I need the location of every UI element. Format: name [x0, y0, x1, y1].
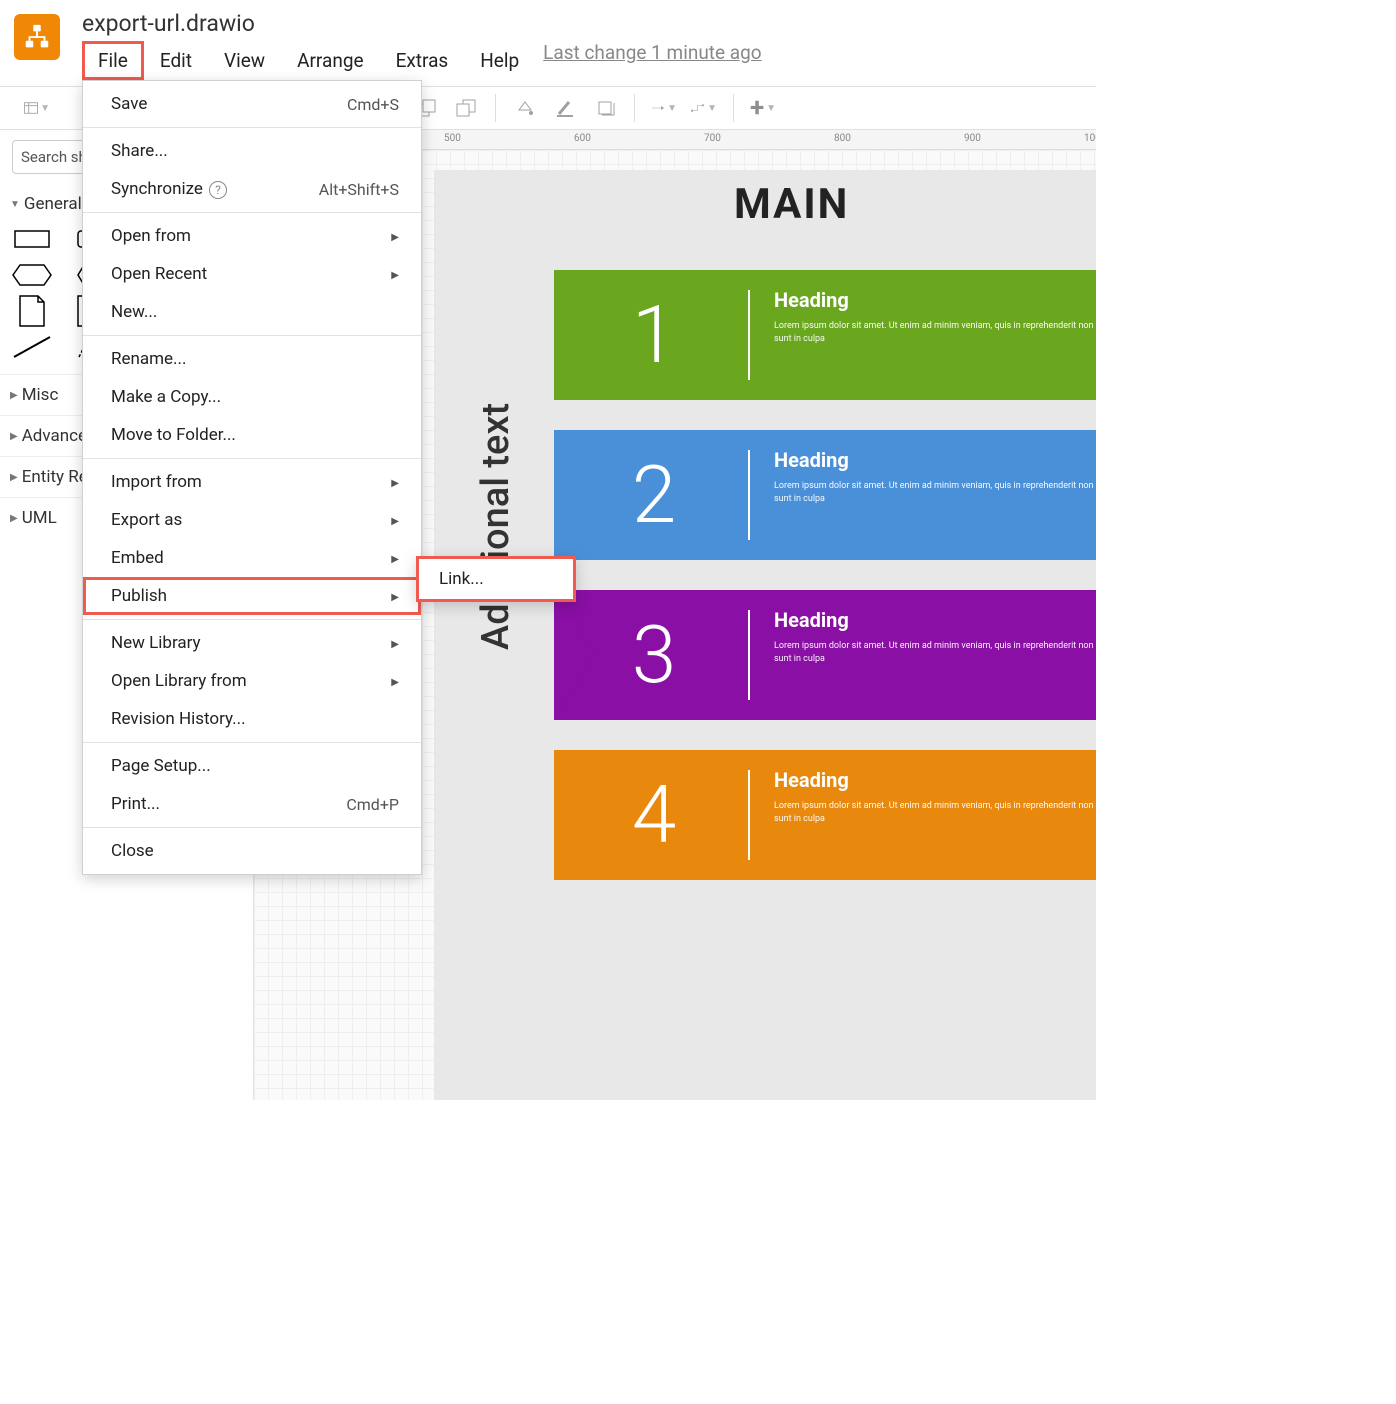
- menu-arrange[interactable]: Arrange: [281, 41, 379, 80]
- waypoint-style-button[interactable]: ▼: [691, 95, 717, 121]
- shape-line[interactable]: [12, 334, 52, 360]
- menu-save[interactable]: SaveCmd+S: [83, 85, 421, 123]
- diagram-row-3: 3 Heading Lorem ipsum dolor sit amet. Ut…: [554, 590, 1096, 720]
- menu-page-setup-[interactable]: Page Setup...: [83, 747, 421, 785]
- diagram-row-1: 1 Heading Lorem ipsum dolor sit amet. Ut…: [554, 270, 1096, 400]
- file-dropdown: SaveCmd+S Share...Synchronize?Alt+Shift+S…: [82, 80, 422, 875]
- menu-open-library-from[interactable]: Open Library from: [83, 662, 421, 700]
- view-mode-button[interactable]: ▼: [24, 95, 50, 121]
- diagram-row-2: 2 Heading Lorem ipsum dolor sit amet. Ut…: [554, 430, 1096, 560]
- menu-open-recent[interactable]: Open Recent: [83, 255, 421, 293]
- shadow-button[interactable]: [592, 95, 618, 121]
- menu-move-to-folder-[interactable]: Move to Folder...: [83, 416, 421, 454]
- menu-publish[interactable]: Publish: [83, 577, 421, 615]
- app-logo[interactable]: [14, 14, 60, 60]
- menu-print-[interactable]: Print...Cmd+P: [83, 785, 421, 823]
- menu-synchronize[interactable]: Synchronize?Alt+Shift+S: [83, 170, 421, 208]
- menu-extras[interactable]: Extras: [380, 41, 465, 80]
- menu-new-[interactable]: New...: [83, 293, 421, 331]
- main-title: MAIN: [734, 180, 849, 229]
- to-back-button[interactable]: [453, 95, 479, 121]
- shape-hexagon[interactable]: [12, 262, 52, 288]
- palette-label: General: [24, 194, 82, 214]
- submenu-link[interactable]: Link...: [419, 559, 573, 599]
- menu-help[interactable]: Help: [464, 41, 535, 80]
- menu-import-from[interactable]: Import from: [83, 463, 421, 501]
- menu-revision-history-[interactable]: Revision History...: [83, 700, 421, 738]
- shape-note[interactable]: [12, 298, 52, 324]
- connection-style-button[interactable]: ▼: [651, 95, 677, 121]
- line-color-button[interactable]: [552, 95, 578, 121]
- shape-rect[interactable]: [12, 226, 52, 252]
- insert-button[interactable]: +▼: [750, 95, 776, 121]
- menu-rename-[interactable]: Rename...: [83, 340, 421, 378]
- vertical-text: Additional text: [474, 403, 518, 650]
- menu-make-a-copy-[interactable]: Make a Copy...: [83, 378, 421, 416]
- menu-export-as[interactable]: Export as: [83, 501, 421, 539]
- menu-new-library[interactable]: New Library: [83, 624, 421, 662]
- last-change-link[interactable]: Last change 1 minute ago: [543, 41, 761, 80]
- diagram-row-4: 4 Heading Lorem ipsum dolor sit amet. Ut…: [554, 750, 1096, 880]
- menu-open-from[interactable]: Open from: [83, 217, 421, 255]
- menubar: File Edit View Arrange Extras Help Last …: [82, 41, 762, 80]
- menu-edit[interactable]: Edit: [144, 41, 208, 80]
- menu-view[interactable]: View: [208, 41, 281, 80]
- menu-embed[interactable]: Embed: [83, 539, 421, 577]
- menu-share-[interactable]: Share...: [83, 132, 421, 170]
- search-input[interactable]: [12, 140, 92, 174]
- document-title[interactable]: export-url.drawio: [82, 10, 762, 37]
- diagram-content: MAIN Additional text 1 Heading Lorem ips…: [434, 170, 1096, 1100]
- menu-close[interactable]: Close: [83, 832, 421, 870]
- publish-submenu: Link...: [416, 556, 576, 602]
- menu-file[interactable]: File: [82, 41, 144, 80]
- fill-color-button[interactable]: [512, 95, 538, 121]
